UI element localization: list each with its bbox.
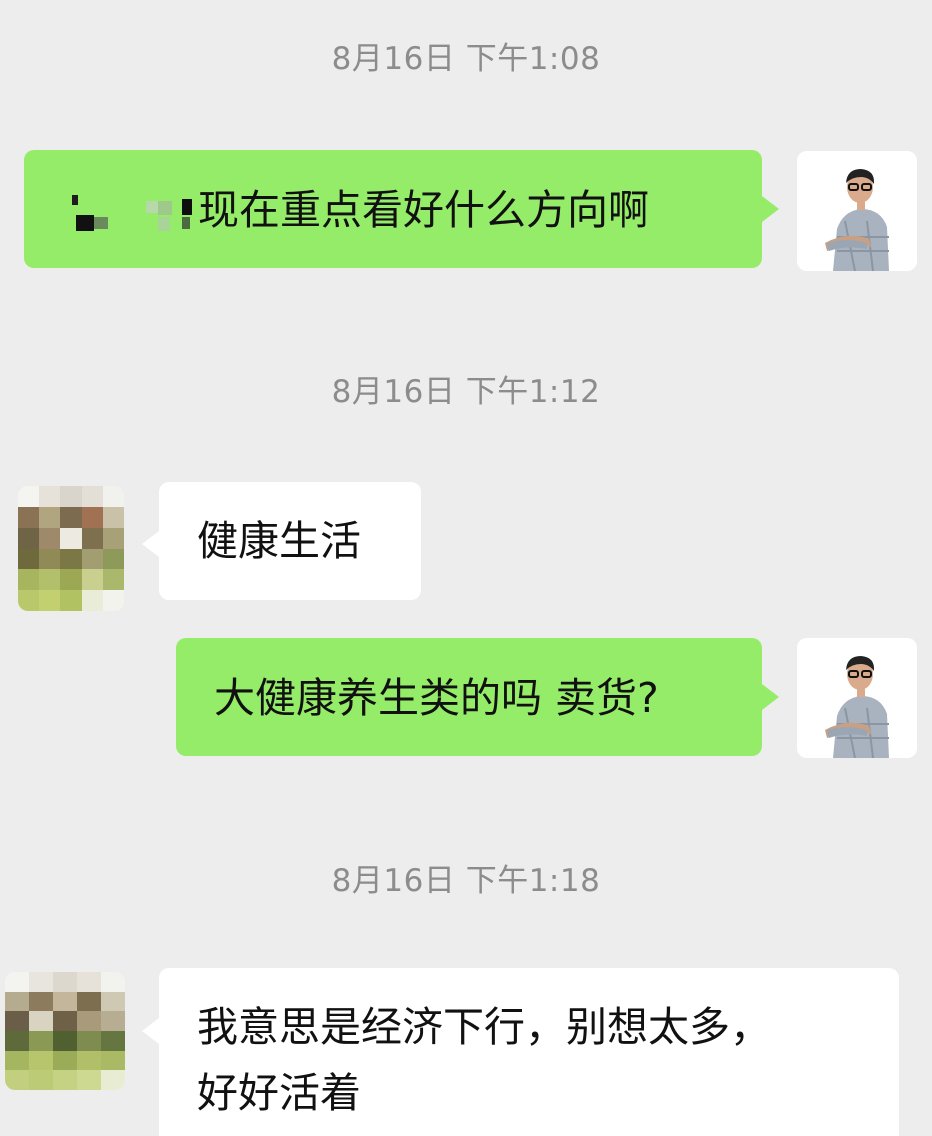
sent-message-bubble[interactable]: 大健康养生类的吗 卖货?: [176, 638, 762, 756]
received-message-bubble[interactable]: 健康生活: [159, 482, 421, 600]
message-text-line-1: 我意思是经济下行，别想太多，: [197, 1003, 771, 1051]
person-photo-avatar-icon: [797, 638, 917, 758]
message-text: 大健康养生类的吗 卖货?: [214, 674, 659, 722]
timestamp: 8月16日 下午1:08: [331, 41, 601, 77]
bubble-tail: [142, 1018, 159, 1044]
message-text-line-2: 好好活着: [197, 1069, 361, 1117]
received-message-bubble[interactable]: 我意思是经济下行，别想太多， 好好活着: [159, 968, 899, 1136]
bubble-tail: [762, 196, 779, 222]
sent-message-bubble[interactable]: 现在重点看好什么方向啊: [24, 150, 762, 268]
pixelated-avatar-icon: [18, 486, 124, 611]
bubble-tail: [762, 684, 779, 710]
contact-avatar[interactable]: [18, 486, 124, 611]
bubble-tail: [142, 531, 159, 557]
pixelated-avatar-icon: [5, 972, 125, 1090]
contact-avatar[interactable]: [5, 972, 125, 1090]
message-text: 现在重点看好什么方向啊: [198, 186, 649, 234]
timestamp: 8月16日 下午1:18: [331, 863, 601, 899]
redacted-name: [72, 193, 198, 233]
sender-avatar[interactable]: [797, 151, 917, 271]
timestamp: 8月16日 下午1:12: [331, 374, 601, 410]
person-photo-avatar-icon: [797, 151, 917, 271]
message-text: 健康生活: [197, 517, 361, 565]
sender-avatar[interactable]: [797, 638, 917, 758]
